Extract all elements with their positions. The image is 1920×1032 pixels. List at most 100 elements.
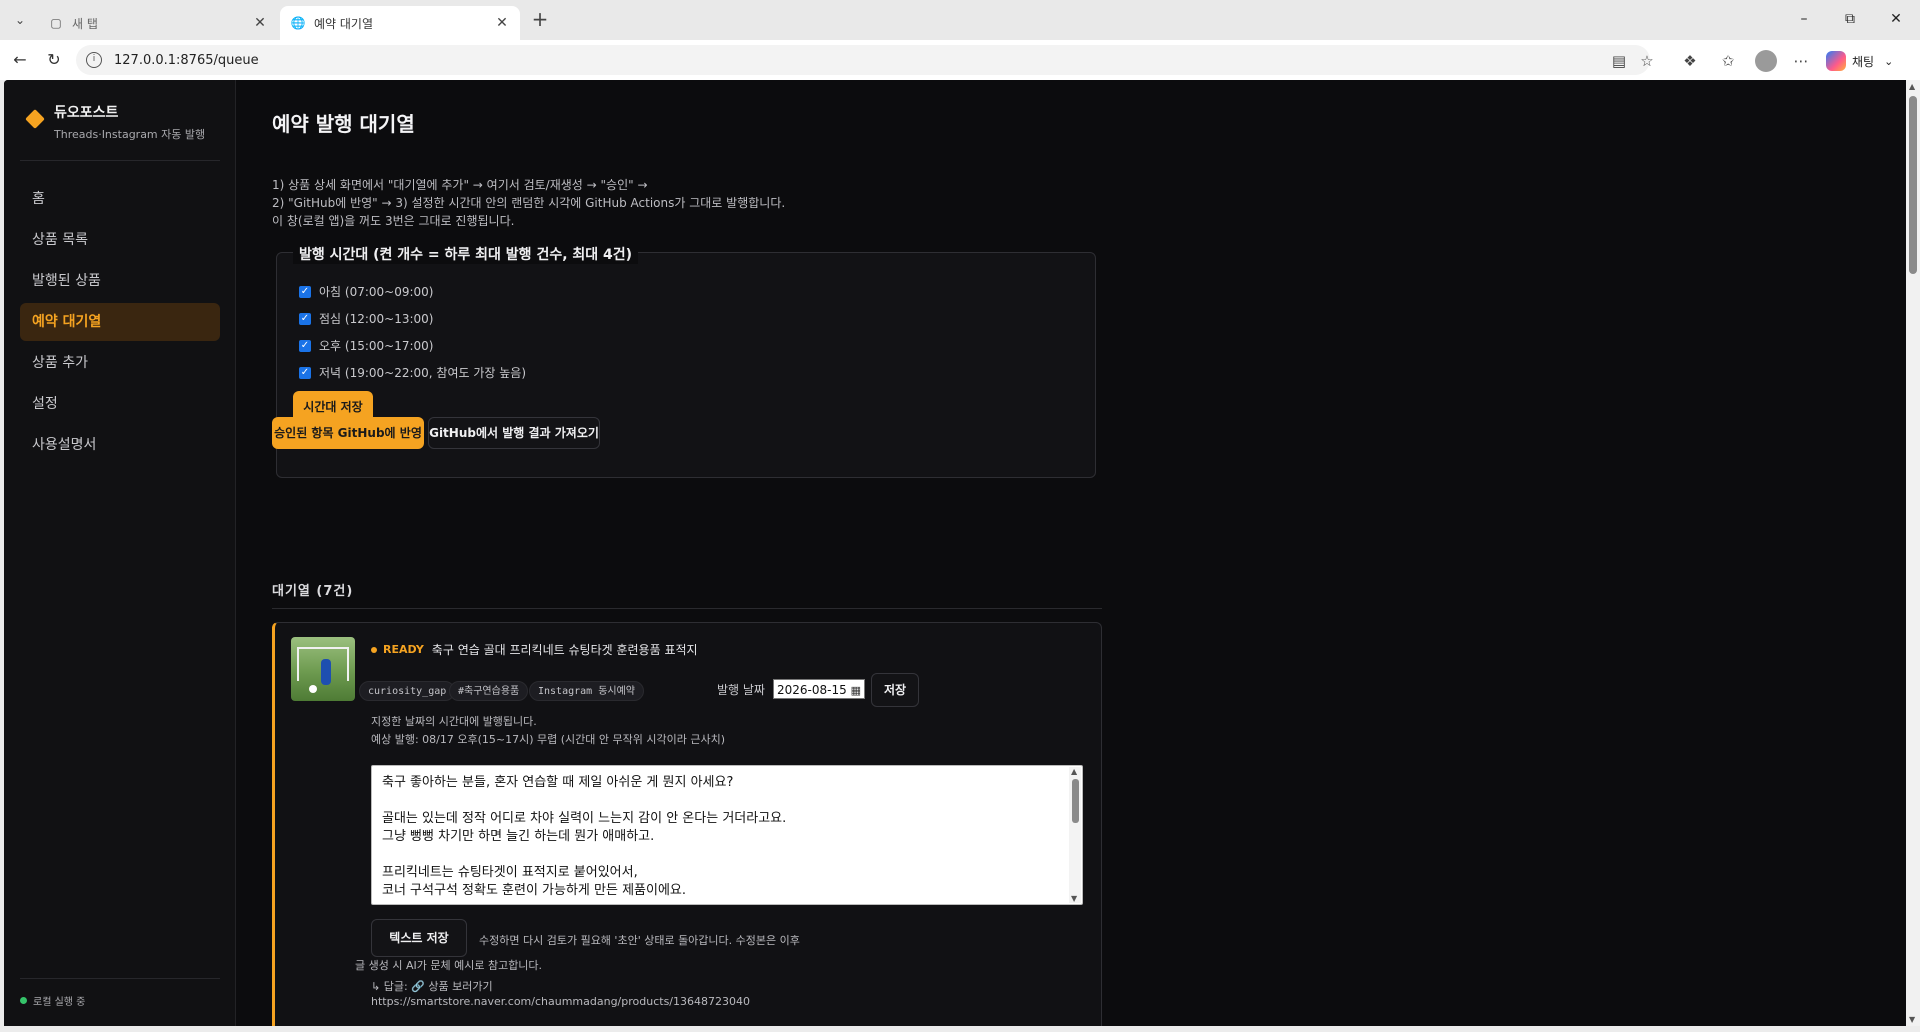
sidebar-item-published[interactable]: 발행된 상품 bbox=[20, 262, 220, 300]
instagram-tag: Instagram 동시예약 bbox=[529, 681, 645, 701]
status-badge: READY bbox=[383, 643, 424, 656]
scrollbar-thumb[interactable] bbox=[1072, 779, 1079, 823]
site-info-icon[interactable]: i bbox=[86, 52, 102, 68]
globe-icon: 🌐 bbox=[290, 16, 306, 30]
reload-icon[interactable]: ↻ bbox=[42, 48, 66, 72]
new-tab-page-icon: ▢ bbox=[50, 16, 62, 30]
slot-label: 점심 (12:00~13:00) bbox=[319, 312, 434, 326]
browser-tab-queue[interactable]: 🌐 예약 대기열 ✕ bbox=[280, 6, 520, 40]
slot-label: 저녁 (19:00~22:00, 참여도 가장 높음) bbox=[319, 366, 527, 380]
status-dot-icon bbox=[20, 997, 27, 1004]
browser-tabstrip: ⌄ ▢ 새 탭 ✕ 🌐 예약 대기열 ✕ + – ⧉ ✕ bbox=[0, 0, 1920, 40]
publish-date-label: 발행 날짜 bbox=[717, 683, 765, 697]
sync-github-button[interactable]: 승인된 항목 GitHub에 반영 bbox=[272, 417, 424, 449]
reader-mode-icon[interactable]: ▤ bbox=[1610, 52, 1628, 70]
more-menu-icon[interactable]: ⋯ bbox=[1790, 50, 1812, 72]
brand-diamond-icon bbox=[25, 109, 45, 129]
reply-product-link[interactable]: https://smartstore.naver.com/chaummadang… bbox=[371, 995, 750, 1008]
check-icon[interactable]: ✓ bbox=[299, 285, 311, 298]
hashtag-tag: #축구연습용품 bbox=[449, 681, 529, 701]
address-bar[interactable]: i 127.0.0.1:8765/queue ▤ ☆ bbox=[76, 45, 1654, 75]
save-help-text: 수정하면 다시 검토가 필요해 '초안' 상태로 돌아갑니다. 수정본은 이후 bbox=[479, 934, 800, 947]
close-tab-icon[interactable]: ✕ bbox=[252, 15, 268, 31]
slot-afternoon[interactable]: ✓ 오후 (15:00~17:00) bbox=[299, 337, 433, 354]
divider bbox=[20, 978, 220, 979]
main-content: 예약 발행 대기열 1) 상품 상세 화면에서 "대기열에 추가" → 여기서 … bbox=[272, 80, 1892, 1026]
browser-toolbar: ← ↻ i 127.0.0.1:8765/queue ▤ ☆ ❖ ✩ ⋯ 채팅 … bbox=[0, 40, 1920, 80]
extensions-icon[interactable]: ❖ bbox=[1679, 50, 1701, 72]
intro-text: 1) 상품 상세 화면에서 "대기열에 추가" → 여기서 검토/재생성 → "… bbox=[272, 176, 785, 230]
player-figure bbox=[321, 659, 331, 685]
publish-date-input[interactable]: 2026-08-15 ▦ bbox=[773, 679, 865, 699]
calendar-icon[interactable]: ▦ bbox=[851, 681, 861, 701]
copilot-label: 채팅 bbox=[1852, 54, 1875, 69]
time-slot-legend: 발행 시간대 (켠 개수 = 하루 최대 발행 건수, 최대 4건) bbox=[293, 244, 639, 264]
intro-line: 2) "GitHub에 반영" → 3) 설정한 시간대 안의 랜덤한 시각에 … bbox=[272, 196, 786, 210]
scroll-up-arrow-icon[interactable]: ▲ bbox=[1071, 767, 1077, 776]
minimize-icon[interactable]: – bbox=[1786, 6, 1822, 32]
slot-morning[interactable]: ✓ 아침 (07:00~09:00) bbox=[299, 283, 433, 300]
chevron-down-icon[interactable]: ⌄ bbox=[1884, 55, 1893, 68]
brand-name: 듀오포스트 bbox=[54, 105, 119, 121]
text-line bbox=[382, 846, 1072, 864]
intro-line: 1) 상품 상세 화면에서 "대기열에 추가" → 여기서 검토/재생성 → "… bbox=[272, 178, 648, 192]
intro-line: 이 창(로컬 앱)을 꺼도 3번은 그대로 진행됩니다. bbox=[272, 214, 515, 228]
reply-label: ↳ 답글: 🔗 상품 보러가기 bbox=[371, 980, 493, 993]
close-tab-icon[interactable]: ✕ bbox=[494, 15, 510, 31]
card-title-row: READY 축구 연습 골대 프리킥네트 슈팅타겟 훈련용품 표적지 bbox=[371, 641, 698, 658]
slot-label: 아침 (07:00~09:00) bbox=[319, 285, 434, 299]
text-line: 골대는 있는데 정작 어디로 차야 실력이 느는지 감이 안 온다는 거더라고요… bbox=[382, 811, 787, 826]
slot-evening[interactable]: ✓ 저녁 (19:00~22:00, 참여도 가장 높음) bbox=[299, 364, 526, 381]
tab-title: 새 탭 bbox=[72, 16, 98, 31]
check-icon[interactable]: ✓ bbox=[299, 312, 311, 325]
sidebar-item-queue[interactable]: 예약 대기열 bbox=[20, 303, 220, 341]
check-icon[interactable]: ✓ bbox=[299, 339, 311, 352]
save-text-button[interactable]: 텍스트 저장 bbox=[371, 919, 467, 957]
tab-list-chevron-icon[interactable]: ⌄ bbox=[6, 8, 34, 32]
page-scrollbar[interactable]: ▲ ▼ bbox=[1906, 80, 1920, 1026]
favorites-icon[interactable]: ✩ bbox=[1717, 50, 1739, 72]
sidebar-item-add-product[interactable]: 상품 추가 bbox=[20, 344, 220, 382]
copilot-button[interactable]: 채팅 ⌄ bbox=[1826, 48, 1893, 74]
favorite-star-icon[interactable]: ☆ bbox=[1638, 52, 1656, 70]
scroll-up-arrow-icon[interactable]: ▲ bbox=[1909, 82, 1915, 91]
divider bbox=[272, 608, 1102, 609]
save-date-button[interactable]: 저장 bbox=[871, 673, 919, 707]
save-help-text-cont: 글 생성 시 AI가 문체 예시로 참고합니다. bbox=[355, 959, 543, 972]
page-title: 예약 발행 대기열 bbox=[272, 112, 415, 136]
restore-icon[interactable]: ⧉ bbox=[1832, 6, 1868, 32]
address-url: 127.0.0.1:8765/queue bbox=[114, 52, 259, 68]
sidebar-item-home[interactable]: 홈 bbox=[20, 180, 220, 218]
browser-tab-new[interactable]: ▢ 새 탭 ✕ bbox=[38, 6, 278, 40]
back-arrow-icon[interactable]: ← bbox=[8, 48, 32, 72]
status-dot-icon bbox=[371, 646, 377, 653]
window-close-icon[interactable]: ✕ bbox=[1878, 6, 1914, 32]
tab-title: 예약 대기열 bbox=[314, 16, 374, 31]
page-viewport: 듀오포스트 Threads·Instagram 자동 발행 홈 상품 목록 발행… bbox=[4, 80, 1920, 1026]
status-text: 로컬 실행 중 bbox=[33, 997, 86, 1008]
local-status: 로컬 실행 중 bbox=[20, 993, 85, 1008]
sidebar-item-products[interactable]: 상품 목록 bbox=[20, 221, 220, 259]
textarea-scrollbar[interactable]: ▲ ▼ bbox=[1069, 767, 1081, 903]
product-thumbnail[interactable] bbox=[291, 637, 355, 701]
check-icon[interactable]: ✓ bbox=[299, 366, 311, 379]
sidebar-item-manual[interactable]: 사용설명서 bbox=[20, 426, 220, 464]
sidebar-item-settings[interactable]: 설정 bbox=[20, 385, 220, 423]
text-line: 축구 좋아하는 분들, 혼자 연습할 때 제일 아쉬운 게 뭔지 아세요? bbox=[382, 775, 734, 790]
post-text-editor[interactable]: 축구 좋아하는 분들, 혼자 연습할 때 제일 아쉬운 게 뭔지 아세요? 골대… bbox=[371, 765, 1083, 905]
fetch-github-results-button[interactable]: GitHub에서 발행 결과 가져오기 bbox=[428, 417, 600, 449]
queue-card: READY 축구 연습 골대 프리킥네트 슈팅타겟 훈련용품 표적지 curio… bbox=[272, 622, 1102, 1026]
slot-lunch[interactable]: ✓ 점심 (12:00~13:00) bbox=[299, 310, 433, 327]
profile-avatar[interactable] bbox=[1755, 50, 1777, 72]
scrollbar-thumb[interactable] bbox=[1909, 96, 1917, 274]
publish-date-value: 2026-08-15 bbox=[777, 683, 847, 697]
scroll-down-arrow-icon[interactable]: ▼ bbox=[1071, 894, 1077, 903]
brand-subtitle: Threads·Instagram 자동 발행 bbox=[54, 128, 206, 141]
scroll-down-arrow-icon[interactable]: ▼ bbox=[1909, 1015, 1915, 1024]
brand: 듀오포스트 Threads·Instagram 자동 발행 bbox=[24, 102, 205, 142]
text-line: 프리킥네트는 슈팅타겟이 표적지로 붙어있어서, bbox=[382, 865, 638, 880]
ball bbox=[309, 685, 317, 693]
copilot-logo-icon bbox=[1826, 51, 1846, 71]
new-tab-plus-icon[interactable]: + bbox=[528, 8, 552, 32]
divider bbox=[20, 160, 220, 161]
